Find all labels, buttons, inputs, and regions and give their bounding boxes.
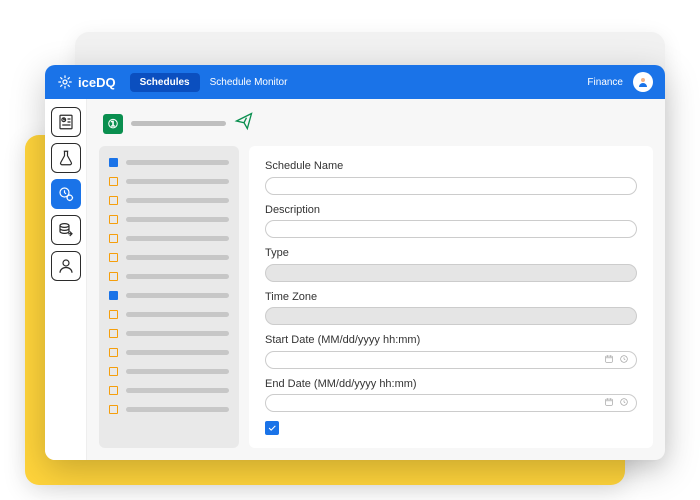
end-date-label: End Date (MM/dd/yyyy hh:mm) (265, 378, 637, 390)
schedule-name-input[interactable] (265, 177, 637, 195)
brand[interactable]: iceDQ (57, 74, 116, 90)
time-zone-input[interactable] (265, 307, 637, 325)
start-date-input[interactable] (265, 351, 637, 369)
list-item[interactable] (109, 196, 229, 205)
time-zone-label: Time Zone (265, 291, 637, 303)
start-date-label: Start Date (MM/dd/yyyy hh:mm) (265, 334, 637, 346)
clock-gear-icon (57, 185, 75, 203)
sidebar (45, 99, 87, 460)
enabled-checkbox[interactable] (265, 421, 279, 435)
list-item[interactable] (109, 158, 229, 167)
description-input[interactable] (265, 220, 637, 238)
list-item[interactable] (109, 291, 229, 300)
list-item[interactable] (109, 310, 229, 319)
description-label: Description (265, 204, 637, 216)
list-item[interactable] (109, 348, 229, 357)
avatar[interactable] (633, 72, 653, 92)
main-area: ① (87, 99, 665, 460)
calendar-icon[interactable] (604, 397, 614, 407)
app-body: ① (45, 99, 665, 460)
tab-schedule-monitor[interactable]: Schedule Monitor (210, 77, 288, 88)
sidebar-item-schedules[interactable] (51, 179, 81, 209)
clock-icon[interactable] (619, 397, 629, 407)
list-item[interactable] (109, 234, 229, 243)
user-avatar-icon (637, 76, 649, 88)
check-icon (267, 423, 277, 433)
user-icon (57, 257, 75, 275)
list-item[interactable] (109, 253, 229, 262)
top-bar: iceDQ Schedules Schedule Monitor Finance (45, 65, 665, 99)
list-item[interactable] (109, 386, 229, 395)
list-item[interactable] (109, 215, 229, 224)
brand-name: iceDQ (78, 75, 116, 90)
workspace-label[interactable]: Finance (587, 77, 623, 88)
database-icon (57, 221, 75, 239)
list-item[interactable] (109, 272, 229, 281)
list-item[interactable] (109, 329, 229, 338)
end-date-input[interactable] (265, 394, 637, 412)
flask-icon (57, 149, 75, 167)
list-item[interactable] (109, 177, 229, 186)
report-icon (57, 113, 75, 131)
type-label: Type (265, 247, 637, 259)
schedule-name-placeholder (131, 121, 226, 126)
send-icon[interactable] (234, 111, 254, 136)
clock-icon[interactable] (619, 354, 629, 364)
brand-logo-icon (57, 74, 73, 90)
list-item[interactable] (109, 367, 229, 376)
schedule-title-row: ① (99, 109, 653, 138)
schedule-form-pane: Schedule Name Description Type Time Zone (249, 146, 653, 448)
app-window: iceDQ Schedules Schedule Monitor Finance (45, 65, 665, 460)
schedule-name-label: Schedule Name (265, 160, 637, 172)
type-input[interactable] (265, 264, 637, 282)
tab-schedules[interactable]: Schedules (130, 73, 200, 92)
schedule-type-icon: ① (103, 114, 123, 134)
sidebar-item-reports[interactable] (51, 107, 81, 137)
sidebar-item-data[interactable] (51, 215, 81, 245)
calendar-icon[interactable] (604, 354, 614, 364)
schedule-list-pane (99, 146, 239, 448)
sidebar-item-users[interactable] (51, 251, 81, 281)
sidebar-item-lab[interactable] (51, 143, 81, 173)
list-item[interactable] (109, 405, 229, 414)
